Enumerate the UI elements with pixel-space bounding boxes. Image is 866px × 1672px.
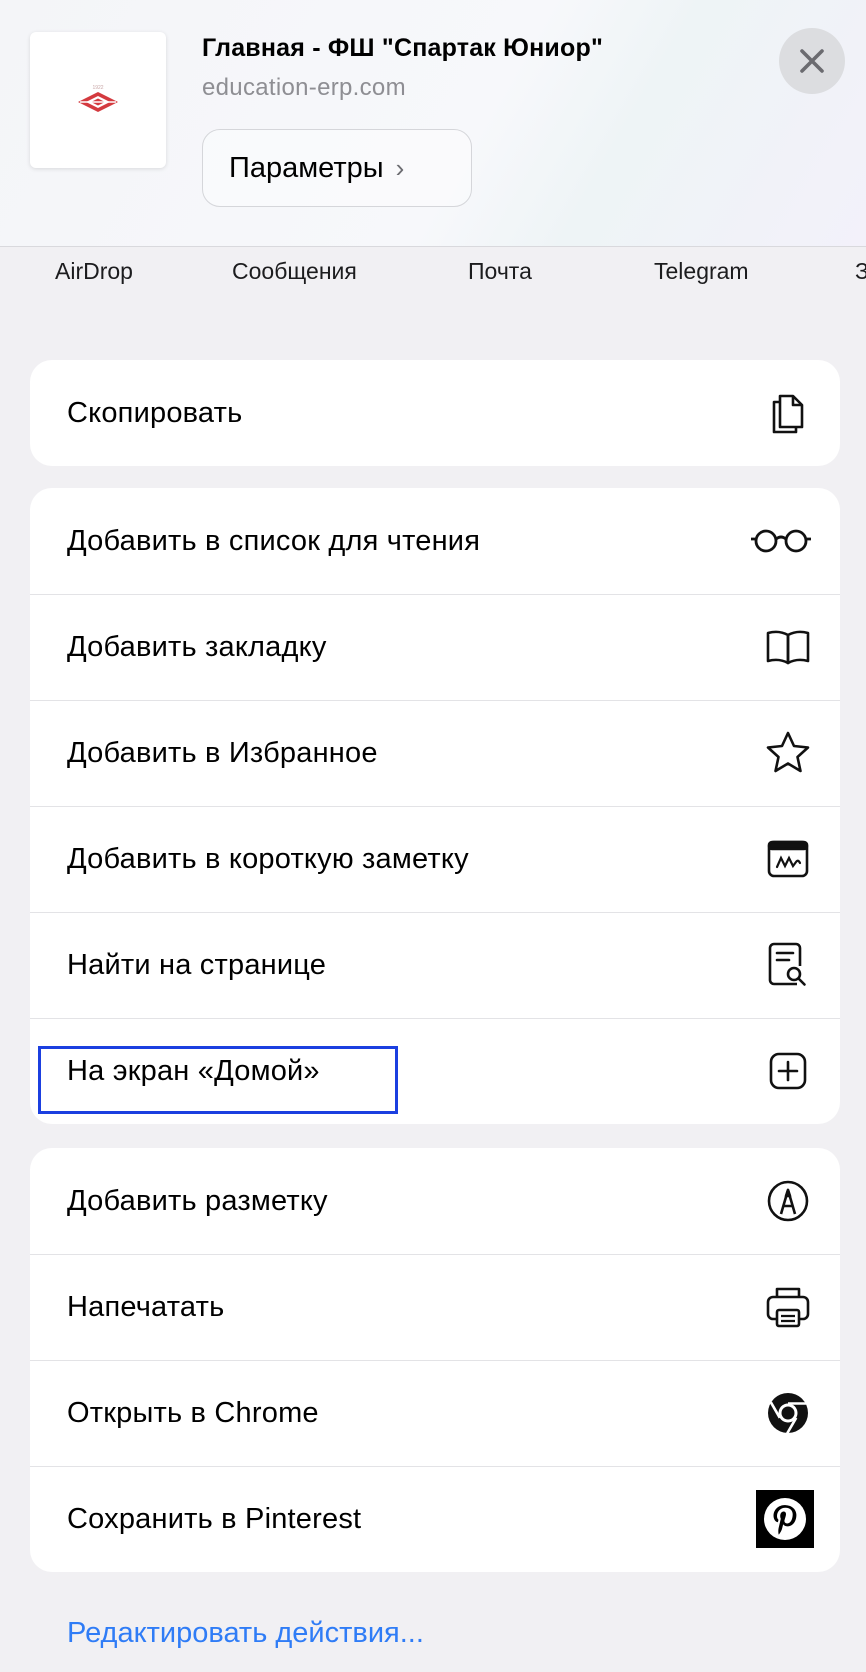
svg-text:1922: 1922	[92, 85, 103, 91]
action-label: На экран «Домой»	[67, 1054, 320, 1087]
page-title: Главная - ФШ "Спартак Юниор"	[202, 34, 603, 62]
action-add-markup[interactable]: Добавить разметку	[30, 1148, 840, 1254]
actions-group-page: Добавить в список для чтения Добавить за…	[30, 488, 840, 1124]
star-icon	[762, 727, 814, 779]
action-label: Добавить разметку	[67, 1184, 328, 1217]
glasses-icon	[748, 515, 814, 567]
action-add-favorites[interactable]: Добавить в Избранное	[30, 700, 840, 806]
action-label: Добавить в список для чтения	[67, 524, 481, 557]
action-add-bookmark[interactable]: Добавить закладку	[30, 594, 840, 700]
site-thumbnail: 1922	[30, 32, 166, 168]
share-target-messages[interactable]: Сообщения	[232, 258, 357, 285]
action-label: Открыть в Chrome	[67, 1396, 319, 1429]
chrome-icon	[762, 1387, 814, 1439]
share-targets-row: AirDrop Сообщения Почта Telegram З	[0, 258, 866, 290]
share-sheet-header: 1922 Главная - ФШ "Спартак Юниор" educat…	[0, 0, 866, 247]
chevron-right-icon: ›	[395, 152, 405, 183]
share-target-telegram[interactable]: Telegram	[654, 258, 749, 285]
actions-group-extras: Добавить разметку Напечатать Открыть в C…	[30, 1148, 840, 1572]
share-target-mail[interactable]: Почта	[468, 258, 532, 285]
action-label: Добавить закладку	[67, 630, 327, 663]
action-open-in-chrome[interactable]: Открыть в Chrome	[30, 1360, 840, 1466]
actions-group-copy: Скопировать	[30, 360, 840, 466]
book-icon	[762, 621, 814, 673]
printer-icon	[762, 1281, 814, 1333]
action-label: Скопировать	[67, 396, 243, 429]
action-label: Найти на странице	[67, 948, 327, 981]
add-square-icon	[762, 1045, 814, 1097]
action-label: Добавить в короткую заметку	[67, 842, 469, 875]
parameters-button[interactable]: Параметры ›	[202, 129, 472, 207]
action-copy[interactable]: Скопировать	[30, 360, 840, 466]
quick-note-icon	[762, 833, 814, 885]
action-find-on-page[interactable]: Найти на странице	[30, 912, 840, 1018]
copy-icon	[762, 387, 814, 439]
find-in-page-icon	[762, 939, 814, 991]
action-reading-list[interactable]: Добавить в список для чтения	[30, 488, 840, 594]
action-print[interactable]: Напечатать	[30, 1254, 840, 1360]
action-add-to-home[interactable]: На экран «Домой»	[30, 1018, 840, 1124]
close-button[interactable]	[779, 28, 845, 94]
action-label: Напечатать	[67, 1290, 225, 1323]
action-label: Сохранить в Pinterest	[67, 1502, 362, 1535]
close-icon	[800, 49, 824, 73]
edit-actions-link[interactable]: Редактировать действия...	[67, 1617, 424, 1650]
parameters-label: Параметры	[229, 151, 384, 184]
spartak-logo-icon: 1922	[78, 85, 118, 112]
action-quick-note[interactable]: Добавить в короткую заметку	[30, 806, 840, 912]
share-target-airdrop[interactable]: AirDrop	[55, 258, 133, 285]
markup-icon	[762, 1175, 814, 1227]
share-target-partial[interactable]: З	[855, 258, 866, 285]
pinterest-icon	[756, 1490, 814, 1548]
page-url: education-erp.com	[202, 74, 406, 101]
action-save-to-pinterest[interactable]: Сохранить в Pinterest	[30, 1466, 840, 1572]
action-label: Добавить в Избранное	[67, 736, 378, 769]
